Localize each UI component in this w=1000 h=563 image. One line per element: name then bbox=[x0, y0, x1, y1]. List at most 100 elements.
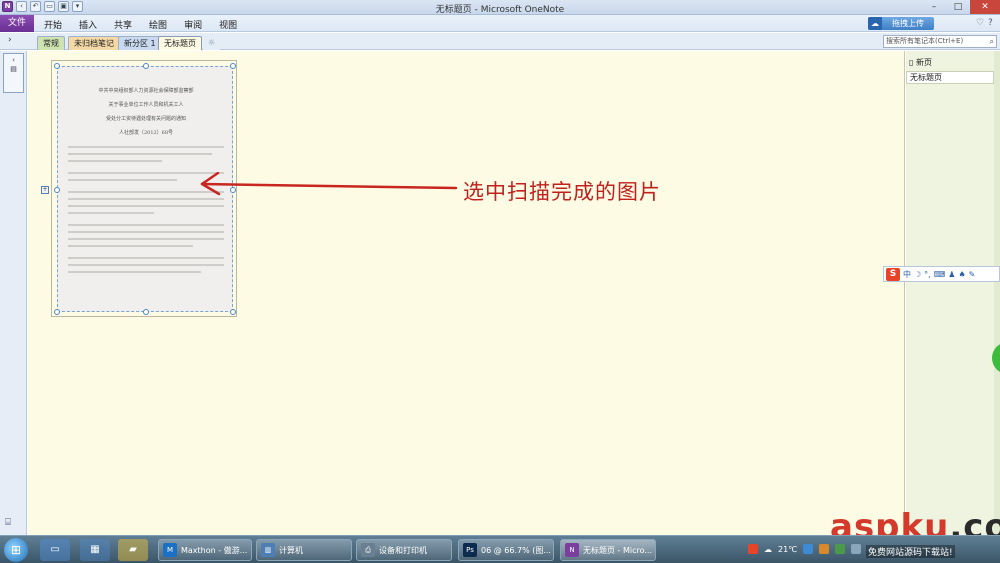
section-tab-untitled[interactable]: 无标题页 bbox=[158, 36, 202, 50]
document-body-line bbox=[68, 231, 224, 233]
weather-icon[interactable]: ☁ bbox=[764, 545, 772, 554]
resize-handle-bottom-right[interactable] bbox=[230, 309, 236, 315]
security-tray-icon[interactable] bbox=[819, 544, 830, 554]
expand-ribbon-icon[interactable]: ♡ bbox=[976, 18, 984, 28]
expand-navigation-icon[interactable]: › bbox=[8, 35, 12, 45]
tab-insert[interactable]: 插入 bbox=[79, 18, 97, 31]
document-body-line bbox=[68, 198, 224, 200]
upload-button[interactable]: ☁ 拖拽上传 bbox=[868, 17, 934, 30]
document-body-line bbox=[68, 205, 224, 207]
minimize-icon[interactable]: – bbox=[922, 0, 946, 14]
document-body-line bbox=[68, 179, 178, 181]
resize-handle-bottom-left[interactable] bbox=[54, 309, 60, 315]
document-body-line bbox=[68, 146, 224, 148]
tab-home[interactable]: 开始 bbox=[44, 18, 62, 31]
desktop-pin-icon[interactable]: ▭ bbox=[40, 539, 70, 561]
taskbar-item-maxthon[interactable]: M Maxthon - 傲游... bbox=[158, 539, 252, 561]
tab-review[interactable]: 审阅 bbox=[184, 18, 202, 31]
task-label: 计算机 bbox=[279, 545, 303, 555]
section-tab-new-section[interactable]: 新分区 1 bbox=[118, 36, 162, 50]
upload-label: 拖拽上传 bbox=[892, 19, 924, 28]
new-page-label: 新页 bbox=[915, 58, 932, 67]
outline-move-handle-icon[interactable]: + bbox=[41, 186, 49, 194]
document-heading-line: 人社部发〔2012〕68号 bbox=[118, 130, 174, 136]
ime-mode-label[interactable]: 中 bbox=[903, 269, 911, 280]
ribbon-tab-list: 开始 插入 共享 绘图 审阅 视图 bbox=[44, 18, 237, 31]
notebook-navigation-pane: ‹ ▤ ⌸ bbox=[0, 51, 27, 535]
windows-taskbar: ⊞ ▭ ▦ ▰ M Maxthon - 傲游... ▥ 计算机 ⎙ 设备和打印机… bbox=[0, 535, 1000, 563]
folder-pin-icon[interactable]: ▰ bbox=[118, 539, 148, 561]
document-body-line bbox=[68, 245, 193, 247]
volume-tray-icon[interactable] bbox=[851, 544, 862, 554]
search-input[interactable]: 搜索所有笔记本(Ctrl+E) ⌕ bbox=[883, 35, 997, 48]
section-tab-general[interactable]: 常规 bbox=[37, 36, 65, 50]
tab-view[interactable]: 视图 bbox=[219, 18, 237, 31]
computer-icon: ▥ bbox=[261, 543, 275, 557]
pages-scrollbar[interactable] bbox=[994, 51, 1000, 535]
document-heading-line: 受处分工资待遇处理有关问题的通知 bbox=[105, 116, 186, 122]
window-controls: – □ ✕ bbox=[922, 0, 1000, 14]
new-page-icon: ▯ bbox=[909, 58, 914, 67]
taskbar-item-computer[interactable]: ▥ 计算机 bbox=[256, 539, 352, 561]
resize-handle-bottom[interactable] bbox=[143, 309, 149, 315]
task-label: 06 @ 66.7% (图... bbox=[481, 545, 551, 555]
unfiled-notes-icon[interactable]: ⌸ bbox=[5, 517, 11, 528]
task-label: Maxthon - 傲游... bbox=[181, 545, 248, 555]
cloud-icon: ☁ bbox=[868, 17, 882, 30]
resize-handle-top-left[interactable] bbox=[54, 63, 60, 69]
onenote-icon: N bbox=[565, 543, 579, 557]
document-body-line bbox=[68, 212, 154, 214]
file-tab[interactable]: 文件 bbox=[0, 15, 34, 32]
document-body-line bbox=[68, 224, 224, 226]
taskbar-item-photoshop[interactable]: Ps 06 @ 66.7% (图... bbox=[458, 539, 554, 561]
close-icon[interactable]: ✕ bbox=[970, 0, 1000, 14]
help-icon[interactable]: ? bbox=[988, 18, 993, 28]
shield-tray-icon[interactable] bbox=[835, 544, 846, 554]
task-label: 设备和打印机 bbox=[379, 545, 427, 555]
tab-draw[interactable]: 绘图 bbox=[149, 18, 167, 31]
punctuation-icon[interactable]: °, bbox=[924, 270, 931, 279]
ribbon-tabs: 文件 开始 插入 共享 绘图 审阅 视图 ☁ 拖拽上传 ♡ ? bbox=[0, 15, 1000, 32]
section-tab-unfiled[interactable]: 未归档笔记 bbox=[68, 36, 120, 50]
search-icon[interactable]: ⌕ bbox=[990, 36, 994, 47]
resize-handle-top-right[interactable] bbox=[230, 63, 236, 69]
annotation-text: 选中扫描完成的图片 bbox=[463, 180, 661, 204]
maxthon-icon: M bbox=[163, 543, 177, 557]
document-body-line bbox=[68, 264, 224, 266]
document-heading-line: 中共中央组织部人力资源社会保障部监察部 bbox=[98, 88, 194, 94]
document-heading-line: 关于事业单位工作人员和机关工人 bbox=[108, 102, 184, 108]
new-section-tab-icon[interactable]: ☼ bbox=[203, 36, 221, 50]
sogou-ime-icon[interactable]: S bbox=[886, 267, 900, 281]
red-arrow-annotation bbox=[200, 172, 458, 196]
document-body-line bbox=[68, 238, 224, 240]
half-width-icon[interactable]: ☽ bbox=[914, 270, 921, 279]
document-body-line bbox=[68, 153, 212, 155]
wrench-icon[interactable]: ✎ bbox=[969, 270, 976, 279]
system-tray: ☁ 21℃ bbox=[748, 544, 862, 554]
document-body-line bbox=[68, 271, 201, 273]
document-body-line bbox=[68, 257, 224, 259]
resize-handle-left[interactable] bbox=[54, 187, 60, 193]
shirt-icon[interactable]: ♠ bbox=[958, 270, 965, 279]
ime-toolbar[interactable]: S 中 ☽ °, ⌨ ♟ ♠ ✎ bbox=[883, 266, 1000, 282]
page-item-untitled[interactable]: 无标题页 bbox=[906, 71, 994, 84]
keyboard-icon[interactable]: ⌨ bbox=[934, 270, 946, 279]
explorer-pin-icon[interactable]: ▦ bbox=[80, 539, 110, 561]
resize-handle-top[interactable] bbox=[143, 63, 149, 69]
user-icon[interactable]: ♟ bbox=[948, 270, 955, 279]
start-button[interactable]: ⊞ bbox=[4, 538, 28, 562]
temperature[interactable]: 21℃ bbox=[778, 545, 797, 554]
new-page-button[interactable]: ▯ 新页 bbox=[909, 57, 932, 68]
search-placeholder: 搜索所有笔记本(Ctrl+E) bbox=[886, 37, 964, 45]
notebook-button[interactable]: ‹ ▤ bbox=[3, 53, 24, 93]
maximize-icon[interactable]: □ bbox=[946, 0, 970, 14]
network-tray-icon[interactable] bbox=[803, 544, 814, 554]
title-bar: N ‹ ↶ ▭ ▣ ▾ 无标题页 - Microsoft OneNote – □… bbox=[0, 0, 1000, 15]
page-tabs-pane: ▯ 新页 无标题页 bbox=[906, 51, 1000, 535]
sogou-tray-icon[interactable] bbox=[748, 544, 758, 554]
tab-share[interactable]: 共享 bbox=[114, 18, 132, 31]
document-body-line bbox=[68, 160, 162, 162]
taskbar-item-printers[interactable]: ⎙ 设备和打印机 bbox=[356, 539, 452, 561]
watermark-subtitle: 免费网站源码下载站! bbox=[866, 545, 955, 558]
taskbar-item-onenote[interactable]: N 无标题页 - Micro... bbox=[560, 539, 656, 561]
